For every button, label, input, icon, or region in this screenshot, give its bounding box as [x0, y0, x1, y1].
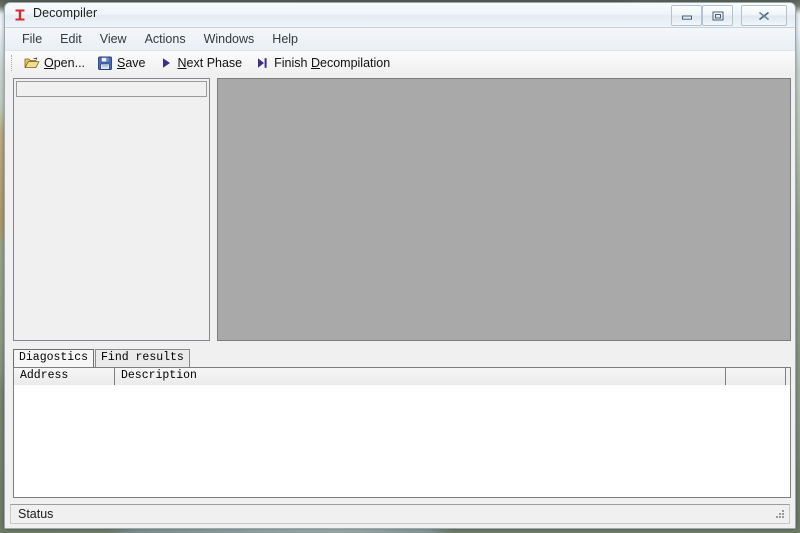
decompiler-window: Decompiler File Edit View Actions Window… — [4, 2, 796, 529]
column-header-extra[interactable] — [726, 368, 786, 385]
close-button[interactable] — [741, 5, 787, 26]
menu-item-view[interactable]: View — [91, 30, 136, 49]
status-bar: Status — [10, 504, 790, 524]
save-button[interactable]: Save — [93, 53, 154, 73]
minimize-button[interactable] — [671, 5, 702, 26]
diagnostics-grid[interactable]: Address Description — [13, 367, 791, 498]
column-header-description[interactable]: Description — [115, 368, 726, 385]
vertical-splitter[interactable] — [210, 78, 217, 341]
open-folder-icon — [24, 55, 40, 71]
toolbar-grip[interactable] — [11, 54, 15, 71]
bottom-tab-panel: Diagostics Find results Address Descript… — [13, 349, 791, 498]
resize-grip-icon[interactable] — [773, 508, 786, 521]
next-phase-button-label: Next Phase — [177, 55, 243, 70]
next-phase-button[interactable]: Next Phase — [154, 53, 251, 73]
project-tree-body[interactable] — [16, 99, 207, 338]
tab-strip: Diagostics Find results — [13, 349, 791, 367]
client-area: Diagostics Find results Address Descript… — [5, 72, 795, 528]
decompiler-beam-icon — [13, 8, 27, 22]
grid-body[interactable] — [14, 385, 790, 497]
project-tree-panel[interactable] — [13, 78, 210, 341]
title-bar[interactable]: Decompiler — [5, 3, 795, 28]
menu-item-actions[interactable]: Actions — [136, 30, 195, 49]
finish-decompilation-button[interactable]: Finish Decompilation — [250, 53, 398, 73]
menu-bar: File Edit View Actions Windows Help — [5, 28, 795, 51]
open-button-label: Open... — [44, 55, 86, 70]
menu-item-file[interactable]: File — [13, 30, 51, 49]
menu-item-help[interactable]: Help — [263, 30, 307, 49]
menu-item-windows[interactable]: Windows — [195, 30, 264, 49]
window-title: Decompiler — [33, 6, 98, 20]
open-button[interactable]: Open... — [20, 53, 93, 73]
column-header-address[interactable]: Address — [14, 368, 115, 385]
project-tree-header — [16, 81, 207, 97]
menu-item-edit[interactable]: Edit — [51, 30, 91, 49]
skip-to-end-icon — [254, 55, 270, 71]
document-view[interactable] — [217, 78, 791, 341]
save-floppy-icon — [97, 55, 113, 71]
status-text: Status — [18, 507, 54, 521]
finish-decompilation-button-label: Finish Decompilation — [274, 55, 391, 70]
tab-diagostics[interactable]: Diagostics — [13, 349, 95, 367]
grid-header-row: Address Description — [14, 368, 790, 386]
restore-button[interactable] — [702, 5, 733, 26]
save-button-label: Save — [117, 55, 146, 70]
tab-find-results[interactable]: Find results — [95, 349, 190, 367]
play-triangle-icon — [158, 55, 174, 71]
